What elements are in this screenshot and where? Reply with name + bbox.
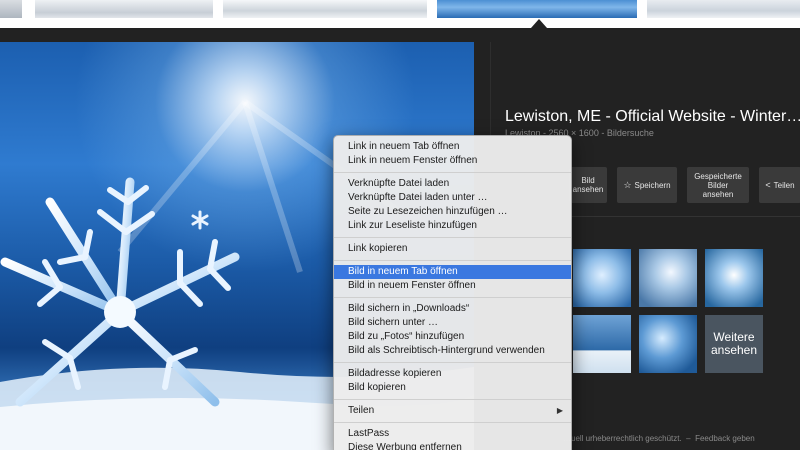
strip-thumbnail[interactable] (223, 0, 427, 18)
related-image[interactable] (705, 249, 763, 307)
strip-thumbnail[interactable] (0, 0, 22, 18)
context-menu-item[interactable]: Link kopieren (334, 242, 571, 256)
submenu-arrow-icon: ▶ (556, 406, 563, 415)
related-image[interactable] (639, 249, 697, 307)
thumbnail-strip (0, 0, 800, 28)
footer-note: …uell urheberrechtlich geschützt. – Feed… (563, 434, 755, 443)
context-menu-item[interactable]: Bild als Schreibtisch-Hintergrund verwen… (334, 344, 571, 358)
star-icon: ☆ (623, 179, 632, 190)
more-images-button[interactable]: Weitere ansehen (705, 315, 763, 373)
context-menu-item[interactable]: Link zur Leseliste hinzufügen (334, 219, 571, 233)
menu-separator (334, 172, 571, 173)
context-menu-item[interactable]: Bild kopieren (334, 381, 571, 395)
menu-separator (334, 237, 571, 238)
menu-separator (334, 297, 571, 298)
view-image-button[interactable]: Bild ansehen (569, 167, 607, 203)
context-menu-item[interactable]: Bild sichern in „Downloads“ (334, 302, 571, 316)
context-menu-item[interactable]: Diese Werbung entfernen (334, 441, 571, 450)
share-button[interactable]: < Teilen (759, 167, 800, 203)
context-menu-item[interactable]: Teilen ▶ (334, 404, 571, 418)
share-label: Teilen (773, 180, 795, 190)
context-menu-item[interactable]: Bild in neuem Tab öffnen (334, 265, 571, 279)
context-menu-item[interactable]: Link in neuem Fenster öffnen (334, 154, 571, 168)
selected-caret (531, 19, 547, 28)
context-menu-item[interactable]: Bild sichern unter … (334, 316, 571, 330)
context-menu: Link in neuem Tab öffnen Link in neuem Fe… (333, 135, 572, 450)
menu-separator (334, 362, 571, 363)
context-menu-item[interactable]: LastPass (334, 427, 571, 441)
save-button[interactable]: ☆ Speichern (617, 167, 677, 203)
related-image[interactable] (573, 315, 631, 373)
view-image-label-line1: Bild (581, 176, 595, 185)
context-menu-item[interactable]: Bild zu „Fotos“ hinzufügen (334, 330, 571, 344)
context-menu-item[interactable]: Verknüpfte Datei laden unter … (334, 191, 571, 205)
context-menu-item[interactable]: Verknüpfte Datei laden (334, 177, 571, 191)
related-image[interactable] (639, 315, 697, 373)
related-image[interactable] (573, 249, 631, 307)
context-menu-item[interactable]: Bild in neuem Fenster öffnen (334, 279, 571, 293)
saved-images-label-line2: Bilder (707, 180, 729, 190)
menu-separator (334, 260, 571, 261)
saved-images-label-line1: Gespeicherte (694, 171, 742, 181)
context-menu-item[interactable]: Seite zu Lesezeichen hinzufügen … (334, 205, 571, 219)
save-label: Speichern (634, 180, 671, 190)
menu-separator (334, 422, 571, 423)
strip-thumbnail-selected[interactable] (437, 0, 637, 18)
strip-thumbnail[interactable] (647, 0, 800, 18)
saved-images-button[interactable]: Gespeicherte Bilder ansehen (687, 167, 749, 203)
saved-images-label-line3: ansehen (702, 189, 734, 199)
copyright-note: …uell urheberrechtlich geschützt. (563, 434, 682, 443)
context-menu-item[interactable]: Bildadresse kopieren (334, 367, 571, 381)
view-image-label-line2: ansehen (572, 185, 604, 194)
more-label-line2: ansehen (710, 343, 758, 357)
share-icon: < (765, 179, 771, 190)
menu-separator (334, 399, 571, 400)
feedback-link[interactable]: Feedback geben (695, 434, 755, 443)
result-title[interactable]: Lewiston, ME - Official Website - Winter… (505, 108, 800, 126)
strip-thumbnail[interactable] (35, 0, 213, 18)
context-menu-item[interactable]: Link in neuem Tab öffnen (334, 140, 571, 154)
